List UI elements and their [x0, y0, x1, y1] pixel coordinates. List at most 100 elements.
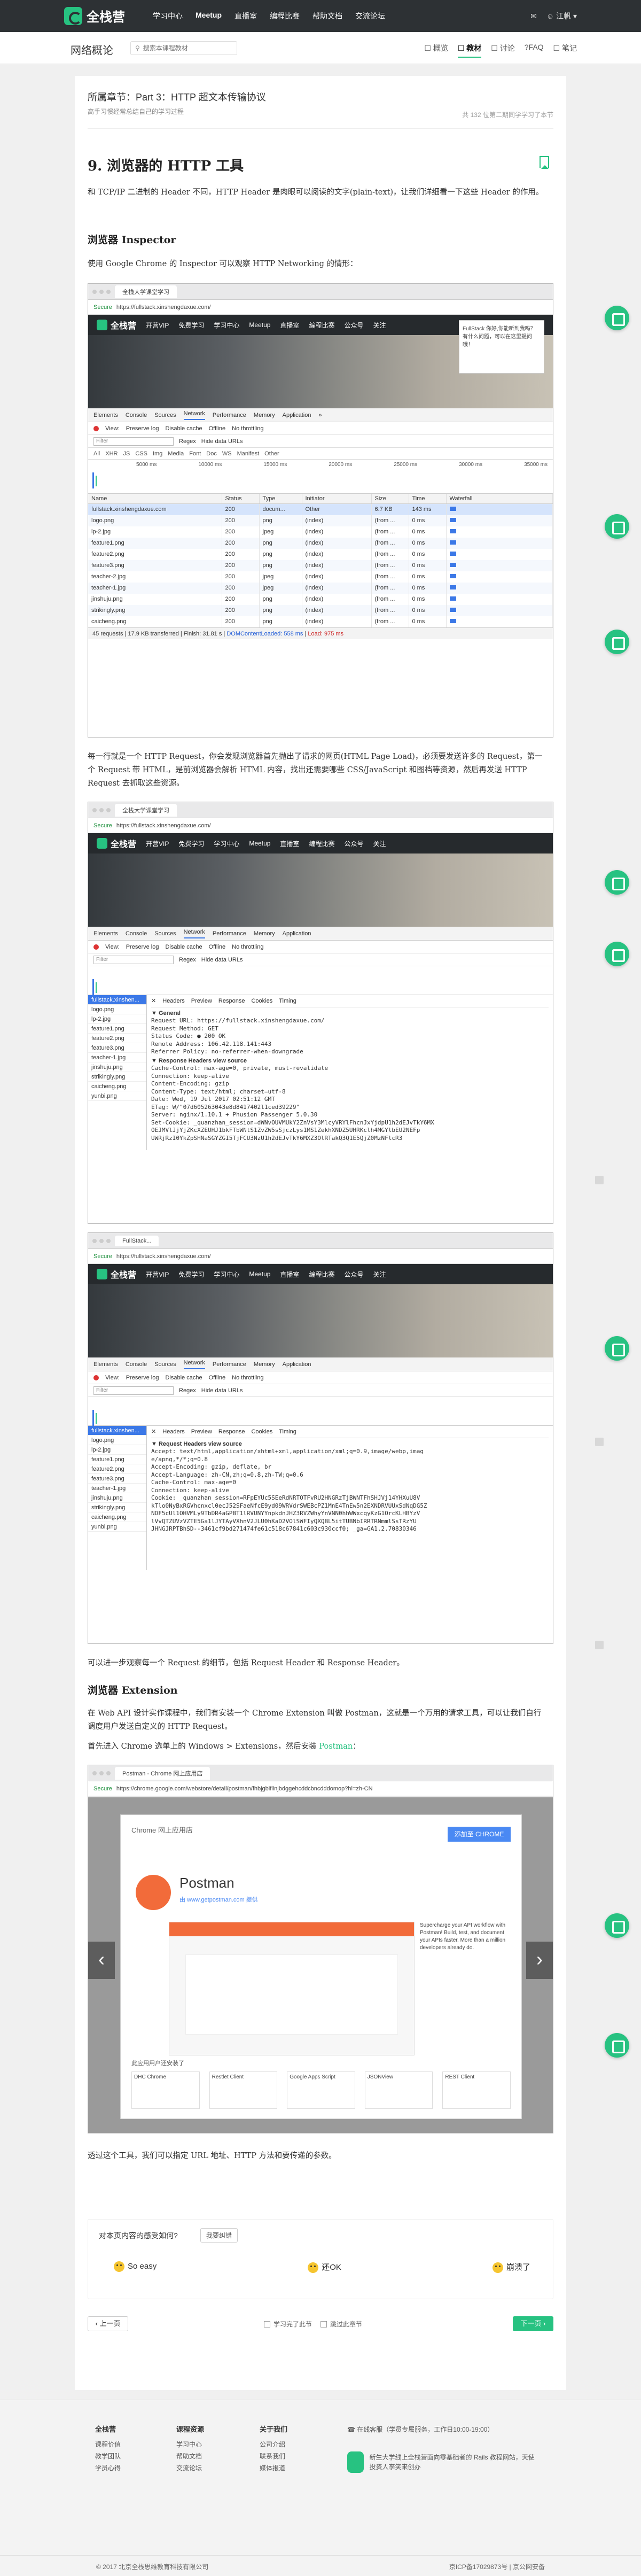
nav-live-room[interactable]: 直播室 — [234, 11, 257, 21]
request-file-item: yunbi.png — [88, 1091, 146, 1101]
floating-action-button[interactable] — [605, 2033, 629, 2058]
bookmark-icon[interactable] — [540, 156, 549, 169]
request-detail-split: fullstack.xinshen... logo.png lp-2.jpg feat… — [88, 1426, 553, 1570]
network-toolbar: View: Preserve log Disable cache Offline… — [88, 1371, 553, 1384]
floating-action-button[interactable] — [605, 870, 629, 895]
tab-discussion[interactable]: ☐ 讨论 — [491, 43, 514, 58]
finished-checkbox[interactable] — [264, 2321, 270, 2327]
icp-license[interactable]: 京ICP备17029873号 | 京公网安备 — [449, 2562, 545, 2571]
floating-action-button[interactable] — [605, 942, 629, 966]
tab-overview[interactable]: ☐ 概览 — [424, 43, 448, 58]
table-cell: png — [259, 593, 302, 605]
request-file-item: lp-2.jpg — [88, 1445, 146, 1455]
disable-cache-checkbox: Disable cache — [165, 943, 202, 950]
prev-page-button[interactable]: ‹ 上一页 — [88, 2316, 128, 2331]
site-nav-item: 学习中心 — [214, 840, 240, 848]
site-nav-item: 开营VIP — [146, 840, 169, 848]
floating-action-button[interactable] — [605, 514, 629, 539]
header-line: Connection: keep-alive — [151, 1072, 229, 1080]
footer-link[interactable]: 帮助文档 — [176, 2450, 204, 2462]
type-manifest: Manifest — [237, 450, 260, 457]
publisher: 由 www.getpostman.com 提供 — [179, 1897, 258, 1903]
timeline-tick: 30000 ms — [459, 462, 483, 468]
heading-extension: 浏览器 Extension — [88, 1685, 178, 1696]
postman-link[interactable]: Postman — [319, 1742, 353, 1751]
header-line: kTlo0NyBxRGVhcnxcl0ecJ52SFaeNfcE9yd09WRV… — [151, 1502, 427, 1509]
feedback-crash[interactable]: 崩溃了 — [492, 2261, 530, 2274]
devtools-network-screenshot: 全栈大学课堂学习 Secure https://fullstack.xinshe… — [88, 283, 553, 738]
table-cell: 0 ms — [409, 560, 447, 571]
footer-link[interactable]: 交流论坛 — [176, 2462, 204, 2474]
tab-notes[interactable]: ☐ 笔记 — [553, 43, 577, 58]
site-preview: 全栈营 开营VIP 免费学习 学习中心 Meetup 直播室 编程比赛 公众号 … — [88, 315, 553, 408]
table-cell: jpeg — [259, 526, 302, 538]
skip-checkbox[interactable] — [320, 2321, 327, 2327]
header-line: Cookie: _quanzhan_session=RFpEYUc5SEeRdN… — [151, 1494, 420, 1501]
table-cell: caicheng.png — [88, 616, 222, 627]
nav-meetup[interactable]: Meetup — [196, 11, 222, 21]
table-cell: (from ... — [371, 515, 409, 526]
nav-help-docs[interactable]: 帮助文档 — [312, 11, 342, 21]
next-page-button[interactable]: 下一页 › — [513, 2316, 553, 2331]
user-menu[interactable]: ☺ 江帆 ▾ — [546, 11, 577, 21]
copyright: © 2017 北京全栈思维教育科技有限公司 — [96, 2563, 209, 2571]
waterfall-cell — [446, 537, 553, 549]
customer-service[interactable]: ☎ 在线客服（学员专属服务，工作日10:00-19:00） — [347, 2424, 540, 2435]
request-file-item: jinshuju.png — [88, 1493, 146, 1503]
note-marker-icon[interactable] — [595, 1641, 604, 1649]
waterfall-cell — [446, 616, 553, 627]
footer-contact: ☎ 在线客服（学员专属服务，工作日10:00-19:00） 新生大学线上全栈营面… — [347, 2424, 540, 2473]
footer-link[interactable]: 学习中心 — [176, 2439, 204, 2450]
note-marker-icon[interactable] — [595, 1438, 604, 1446]
tab-materials[interactable]: ☐ 教材 — [457, 43, 482, 58]
floating-action-button[interactable] — [605, 1336, 629, 1361]
col-size: Size — [371, 494, 409, 504]
header-line: Cache-Control: max-age=0 — [151, 1479, 236, 1486]
feedback-easy[interactable]: So easy — [114, 2261, 157, 2273]
table-cell: feature3.png — [88, 560, 222, 571]
table-cell: png — [259, 616, 302, 627]
dt-tab-application: Application — [282, 1361, 311, 1368]
footer-link[interactable]: 联系我们 — [260, 2450, 287, 2462]
floating-action-button[interactable] — [605, 630, 629, 654]
feedback-options: So easy 还OK 崩溃了 — [114, 2261, 530, 2274]
dt-tab-network: Network — [183, 929, 205, 938]
main-nav: 学习中心 Meetup 直播室 编程比赛 帮助文档 交流论坛 — [153, 11, 385, 21]
detail-subtab: Cookies — [251, 1429, 273, 1435]
address-url: https://fullstack.xinshengdaxue.com/ — [116, 822, 211, 829]
nav-forum[interactable]: 交流论坛 — [355, 11, 385, 21]
tab-faq[interactable]: ?FAQ — [525, 43, 544, 58]
progress-options: 学习完了此节 跳过此章节 — [264, 2319, 362, 2329]
search-input[interactable] — [143, 44, 229, 52]
note-marker-icon[interactable] — [595, 1176, 604, 1184]
feedback-ok[interactable]: 还OK — [308, 2261, 341, 2274]
window-controls — [92, 1771, 111, 1775]
col-type: Type — [259, 494, 302, 504]
next-arrow-icon: › — [526, 1942, 553, 1979]
nav-contest[interactable]: 编程比赛 — [270, 11, 300, 21]
footer-link[interactable]: 公司介绍 — [260, 2439, 287, 2450]
request-file-item: feature1.png — [88, 1024, 146, 1034]
table-cell: (index) — [302, 537, 372, 549]
footer-link[interactable]: 教学团队 — [95, 2450, 121, 2462]
footer-link[interactable]: 课程价值 — [95, 2439, 121, 2450]
header-line: Cache-Control: max-age=0, private, must-… — [151, 1065, 329, 1072]
site-logo[interactable]: 全栈营 — [64, 6, 125, 25]
header-line: Request Method: GET — [151, 1025, 218, 1032]
detail-subtab: Timing — [279, 1429, 296, 1435]
logo-icon — [97, 838, 107, 849]
footer-link[interactable]: 媒体报道 — [260, 2462, 287, 2474]
header-line: Date: Wed, 19 Jul 2017 02:51:12 GMT — [151, 1096, 275, 1103]
sad-face-icon — [492, 2262, 503, 2274]
floating-action-button[interactable] — [605, 306, 629, 330]
feedback-question: 对本页内容的感受如何? — [99, 2231, 178, 2240]
mail-icon[interactable]: ✉ — [530, 12, 537, 21]
waterfall-cell — [446, 582, 553, 594]
course-search[interactable]: ⚲ — [130, 41, 237, 55]
footer-slogan-row: 新生大学线上全栈营面向零基础者的 Rails 教程网站，天使投资人李笑来创办 — [347, 2451, 540, 2473]
footer-link[interactable]: 学员心得 — [95, 2462, 121, 2474]
floating-action-button[interactable] — [605, 1913, 629, 1938]
report-error-button[interactable]: 我要纠错 — [200, 2228, 238, 2243]
nav-learning-center[interactable]: 学习中心 — [153, 11, 183, 21]
header-line: e/apng,*/*;q=0.8 — [151, 1455, 208, 1463]
